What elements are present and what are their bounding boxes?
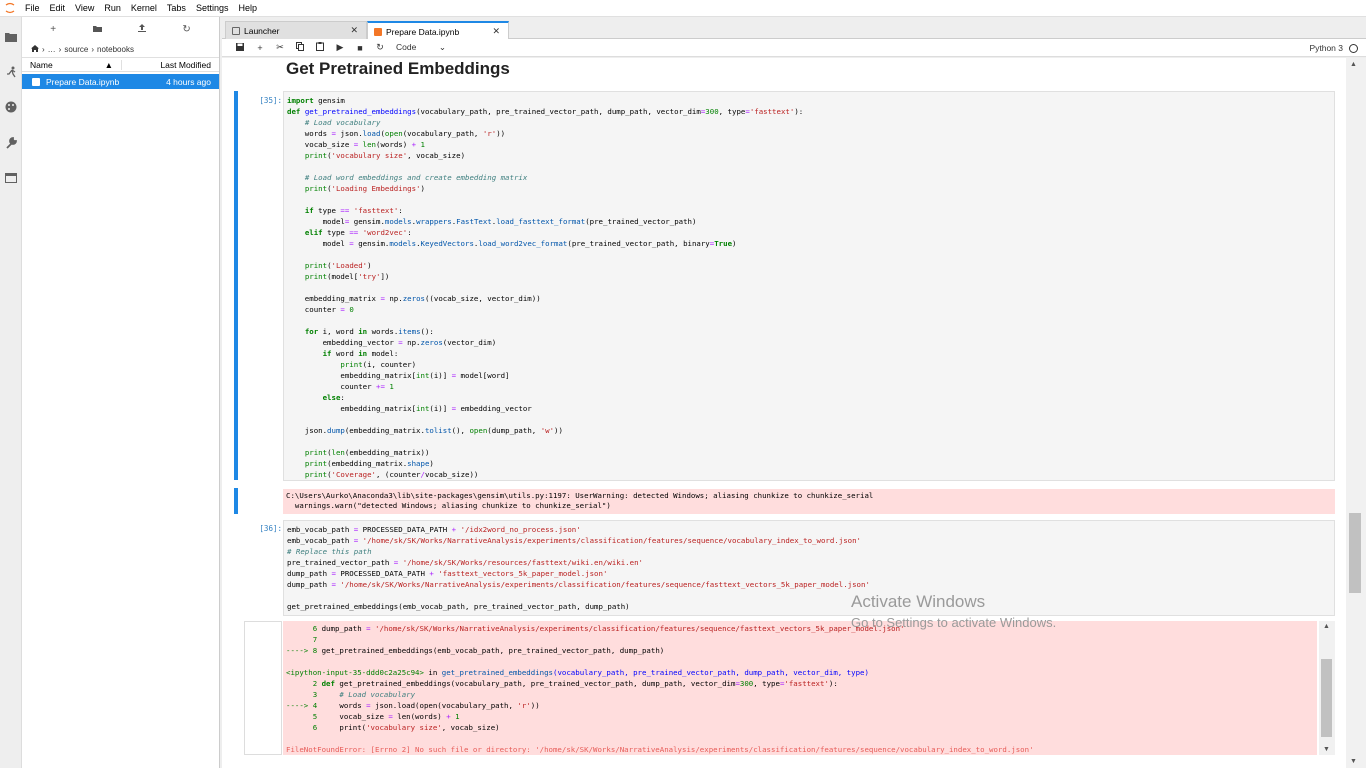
name-column-header[interactable]: Name ▲	[22, 59, 122, 70]
save-icon[interactable]	[230, 42, 250, 53]
activate-windows-watermark: Activate Windows Go to Settings to activ…	[851, 592, 1057, 630]
close-icon[interactable]: ✕	[492, 26, 500, 37]
breadcrumb-source[interactable]: source	[64, 45, 88, 54]
code-cell-36[interactable]: emb_vocab_path = PROCESSED_DATA_PATH + '…	[283, 520, 1335, 616]
cut-icon[interactable]: ✂	[270, 42, 290, 53]
active-cell-indicator	[234, 91, 238, 480]
kernel-status-icon	[1349, 43, 1358, 53]
breadcrumb-ellipsis[interactable]: …	[48, 45, 56, 54]
output-prompt-area	[244, 621, 282, 755]
warning-line: warnings.warn("detected Windows; aliasin…	[286, 501, 611, 510]
file-browser: + ↻ › … › source › notebooks Name ▲ Last …	[22, 17, 220, 768]
menu-file[interactable]: File	[20, 0, 45, 17]
notebook-scrollbar[interactable]: ▲ ▼	[1346, 58, 1366, 768]
code-cell-35[interactable]: import gensim def get_pretrained_embeddi…	[283, 91, 1335, 481]
refresh-icon[interactable]: ↻	[182, 24, 190, 35]
stop-icon[interactable]: ■	[350, 43, 370, 53]
file-list-item[interactable]: Prepare Data.ipynb 4 hours ago	[22, 74, 219, 89]
tabs-icon[interactable]	[3, 170, 19, 186]
traceback-output: 6 dump_path = '/home/sk/SK/Works/Narrati…	[283, 621, 1317, 755]
scroll-up-icon[interactable]: ▲	[1323, 623, 1330, 630]
activity-bar	[0, 17, 22, 768]
file-name: Prepare Data.ipynb	[46, 76, 120, 87]
new-launcher-icon[interactable]: +	[50, 24, 56, 35]
menu-settings[interactable]: Settings	[191, 0, 234, 17]
file-browser-toolbar: + ↻	[22, 17, 219, 41]
menu-kernel[interactable]: Kernel	[126, 0, 162, 17]
markdown-heading: Get Pretrained Embeddings	[286, 59, 510, 78]
sort-up-icon: ▲	[104, 59, 113, 70]
breadcrumb: › … › source › notebooks	[22, 41, 219, 57]
menu-help[interactable]: Help	[233, 0, 262, 17]
restart-icon[interactable]: ↻	[370, 42, 390, 53]
modified-column-header[interactable]: Last Modified	[122, 60, 219, 70]
notebook-icon	[374, 27, 382, 36]
output-scroll-thumb[interactable]	[1321, 659, 1332, 737]
tab-launcher[interactable]: Launcher ✕	[225, 21, 367, 39]
tab-prepare-data[interactable]: Prepare Data.ipynb ✕	[367, 21, 509, 40]
run-icon[interactable]: ▶	[330, 42, 350, 53]
menu-run[interactable]: Run	[99, 0, 126, 17]
insert-cell-icon[interactable]: +	[250, 43, 270, 53]
file-list-header: Name ▲ Last Modified	[22, 57, 219, 72]
file-modified: 4 hours ago	[166, 76, 211, 87]
scroll-down-icon[interactable]: ▼	[1350, 758, 1357, 765]
scroll-up-icon[interactable]: ▲	[1350, 61, 1357, 68]
error-message: FileNotFoundError: [Errno 2] No such fil…	[286, 745, 1034, 754]
warning-line: C:\Users\Aurko\Anaconda3\lib\site-packag…	[286, 491, 874, 500]
scroll-down-icon[interactable]: ▼	[1323, 746, 1330, 753]
stderr-output: C:\Users\Aurko\Anaconda3\lib\site-packag…	[283, 489, 1335, 514]
scroll-thumb[interactable]	[1349, 513, 1361, 593]
cell-prompt: [36]:	[259, 524, 282, 533]
home-icon[interactable]	[31, 44, 39, 54]
launcher-icon	[232, 26, 240, 35]
close-icon[interactable]: ✕	[350, 25, 358, 36]
running-icon[interactable]	[3, 64, 19, 80]
tab-bar: Launcher ✕ Prepare Data.ipynb ✕	[222, 17, 1366, 40]
new-folder-icon[interactable]	[92, 24, 102, 35]
menu-tabs[interactable]: Tabs	[162, 0, 191, 17]
breadcrumb-notebooks[interactable]: notebooks	[97, 45, 134, 54]
folder-icon[interactable]	[3, 29, 19, 45]
wrench-icon[interactable]	[3, 135, 19, 151]
upload-icon[interactable]	[137, 23, 146, 35]
cell-type-select[interactable]: Code ⌄	[396, 42, 446, 53]
menu-bar: File Edit View Run Kernel Tabs Settings …	[0, 0, 1366, 17]
cell-prompt: [35]:	[259, 96, 282, 105]
notebook-panel[interactable]: Get Pretrained Embeddings [35]: import g…	[222, 58, 1346, 768]
menu-edit[interactable]: Edit	[45, 0, 71, 17]
menu-view[interactable]: View	[70, 0, 99, 17]
kernel-indicator[interactable]: Python 3	[1309, 39, 1358, 57]
paste-icon[interactable]	[310, 42, 330, 53]
notebook-file-icon	[32, 77, 40, 86]
copy-icon[interactable]	[290, 42, 310, 53]
output-indicator	[234, 488, 238, 514]
jupyter-logo-icon	[0, 0, 20, 17]
palette-icon[interactable]	[3, 99, 19, 115]
notebook-toolbar: + ✂ ▶ ■ ↻ Code ⌄ Python 3	[222, 39, 1366, 57]
output-scrollbar[interactable]: ▲ ▼	[1319, 621, 1335, 755]
chevron-down-icon: ⌄	[438, 42, 446, 52]
